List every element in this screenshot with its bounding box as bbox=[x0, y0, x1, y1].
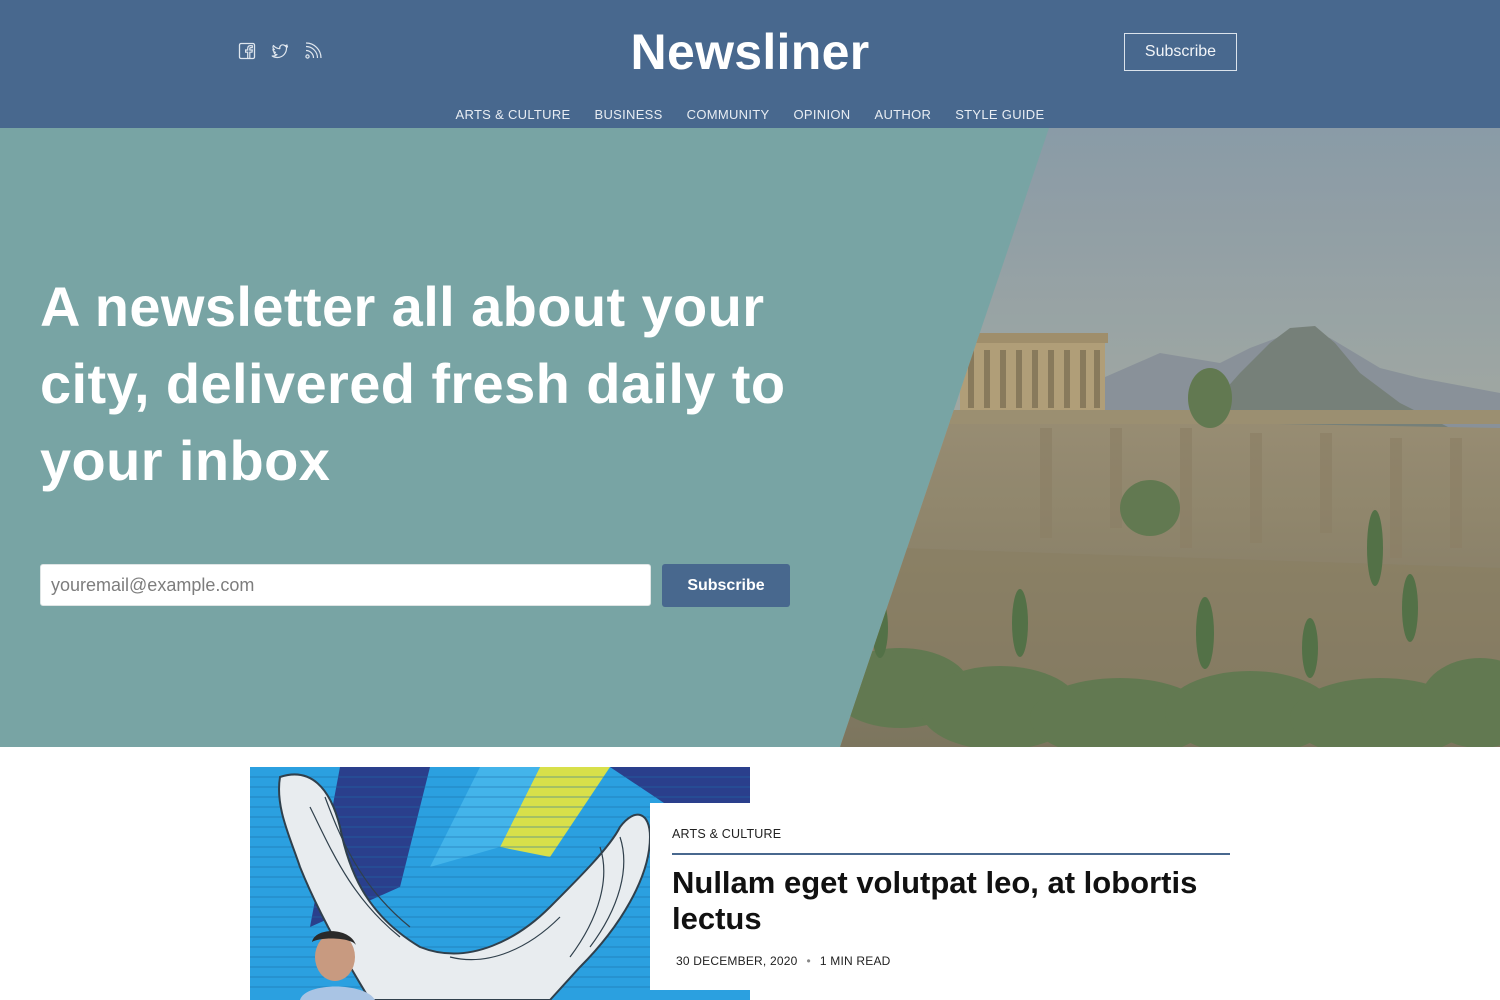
featured-article-card: ARTS & CULTURE Nullam eget volutpat leo,… bbox=[650, 803, 1250, 990]
category-divider bbox=[672, 853, 1230, 855]
hero-section: A newsletter all about your city, delive… bbox=[0, 128, 1500, 747]
article-category[interactable]: ARTS & CULTURE bbox=[672, 827, 781, 841]
nav-item-arts-culture[interactable]: ARTS & CULTURE bbox=[456, 106, 571, 124]
site-header: Newsliner Subscribe ARTS & CULTURE BUSIN… bbox=[0, 0, 1500, 128]
hero-title: A newsletter all about your city, delive… bbox=[40, 275, 786, 492]
nav-item-opinion[interactable]: OPINION bbox=[794, 106, 851, 124]
meta-separator: • bbox=[806, 954, 811, 968]
nav-item-community[interactable]: COMMUNITY bbox=[687, 106, 770, 124]
hero-subscribe-button[interactable]: Subscribe bbox=[662, 564, 790, 607]
article-meta: 30 DECEMBER, 2020 • 1 MIN READ bbox=[676, 954, 891, 968]
article-title[interactable]: Nullam eget volutpat leo, at lobortis le… bbox=[672, 865, 1232, 937]
header-subscribe-button[interactable]: Subscribe bbox=[1124, 33, 1237, 71]
article-date: 30 DECEMBER, 2020 bbox=[676, 954, 798, 968]
email-input[interactable] bbox=[40, 564, 651, 606]
nav-item-business[interactable]: BUSINESS bbox=[594, 106, 662, 124]
nav-item-style-guide[interactable]: STYLE GUIDE bbox=[955, 106, 1044, 124]
nav-item-author[interactable]: AUTHOR bbox=[875, 106, 932, 124]
site-logo[interactable]: Newsliner bbox=[0, 24, 1500, 80]
article-read-time: 1 MIN READ bbox=[819, 954, 891, 968]
main-nav: ARTS & CULTURE BUSINESS COMMUNITY OPINIO… bbox=[0, 106, 1500, 124]
hero-subscribe-form: Subscribe bbox=[40, 564, 790, 607]
